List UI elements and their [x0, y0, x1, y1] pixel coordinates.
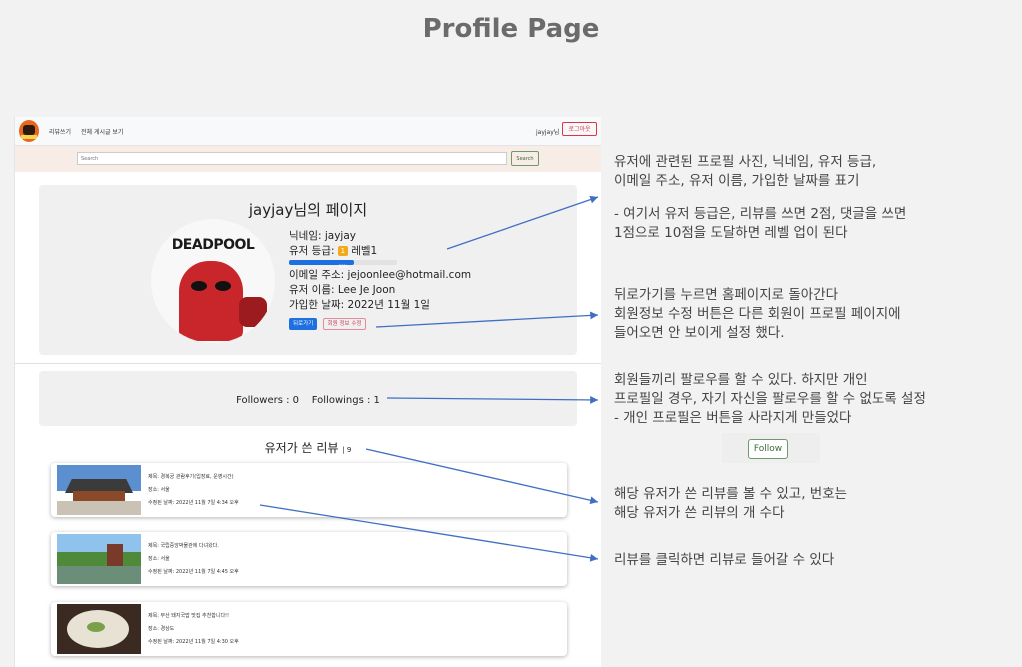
level-progress-label: 60% — [338, 264, 348, 269]
user-name: 유저 이름: Lee Je Joon — [289, 284, 396, 296]
review-card[interactable]: 제목: 국립중앙박물관에 다녀왔다. 장소: 서울 수정된 날짜: 2022년 … — [51, 532, 567, 586]
note-reviews: 해당 유저가 쓴 리뷰를 볼 수 있고, 번호는 해당 유저가 쓴 리뷰의 개 … — [614, 485, 847, 523]
reviews-title: 유저가 쓴 리뷰 — [264, 441, 339, 455]
review-place: 장소: 경상도 — [148, 626, 175, 632]
navbar: 리뷰쓰기 전체 게시글 보기 jayjay님 로그아웃 — [15, 117, 601, 146]
divider — [15, 363, 601, 364]
profile-card: jayjay님의 페이지 DEADPOOL 닉네임: jayjay 유저 등급:… — [39, 185, 577, 355]
profile-info: 닉네임: jayjay 유저 등급: 1 레벨1 60% 이메일 주소: jej… — [289, 229, 471, 330]
review-thumbnail — [57, 465, 141, 515]
note-follow: 회원들끼리 팔로우를 할 수 있다. 하지만 개인 프로필일 경우, 자기 자신… — [614, 371, 926, 428]
note-line: 들어오면 안 보이게 설정 했다. — [614, 325, 785, 341]
search-input[interactable]: Search — [77, 152, 507, 165]
review-card[interactable]: 제목: 경복궁 관람후기(입장료, 운영시간) 장소: 서울 수정된 날짜: 2… — [51, 463, 567, 517]
note-profile-info: 유저에 관련된 프로필 사진, 닉네임, 유저 등급, 이메일 주소, 유저 이… — [614, 153, 906, 243]
follow-button-example: Follow — [722, 433, 820, 463]
note-line: 유저에 관련된 프로필 사진, 닉네임, 유저 등급, — [614, 154, 877, 170]
profile-page-screenshot: 리뷰쓰기 전체 게시글 보기 jayjay님 로그아웃 Search Searc… — [14, 117, 601, 667]
note-line: 이메일 주소, 유저 이름, 가입한 날짜를 표기 — [614, 173, 860, 189]
profile-avatar: DEADPOOL — [151, 219, 275, 343]
review-date: 수정된 날짜: 2022년 11월 7일 4:45 오후 — [148, 569, 239, 575]
nickname: 닉네임: jayjay — [289, 230, 356, 242]
nav-username: jayjay님 — [536, 129, 560, 136]
search-bar: Search Search — [15, 146, 601, 172]
review-title: 제목: 국립중앙박물관에 다녀왔다. — [148, 543, 219, 549]
follow-button[interactable]: Follow — [748, 439, 788, 459]
profile-heading: jayjay님의 페이지 — [248, 201, 368, 219]
user-grade: 유저 등급: 1 레벨1 — [289, 244, 471, 259]
logout-button[interactable]: 로그아웃 — [562, 122, 597, 136]
review-place: 장소: 서울 — [148, 487, 170, 493]
note-line: 회원정보 수정 버튼은 다른 회원이 프로필 페이지에 — [614, 306, 901, 322]
review-title: 제목: 부산 돼지국밥 맛집 추천합니다!! — [148, 613, 230, 619]
note-buttons: 뒤로가기를 누르면 홈페이지로 돌아간다 회원정보 수정 버튼은 다른 회원이 … — [614, 286, 901, 343]
note-line: 뒤로가기를 누르면 홈페이지로 돌아간다 — [614, 287, 839, 303]
note-review-click: 리뷰를 클릭하면 리뷰로 들어갈 수 있다 — [614, 551, 834, 570]
follow-card: Followers : 0 Followings : 1 — [39, 371, 577, 426]
nav-link-write-review[interactable]: 리뷰쓰기 — [49, 127, 71, 136]
avatar-text: DEADPOOL — [171, 237, 255, 253]
back-button[interactable]: 뒤로가기 — [289, 318, 318, 330]
review-thumbnail — [57, 604, 141, 654]
grade-value: 레벨1 — [351, 245, 378, 257]
level-progress-bar: 60% — [289, 260, 397, 269]
note-line: - 개인 프로필은 버튼을 사라지게 만들었다 — [614, 410, 852, 426]
review-date: 수정된 날짜: 2022년 11월 7일 4:30 오후 — [148, 639, 239, 645]
note-line: 해당 유저가 쓴 리뷰의 개 수다 — [614, 505, 785, 521]
grade-label: 유저 등급: — [289, 245, 335, 257]
reviews-count: | 9 — [342, 446, 352, 454]
note-line: 리뷰를 클릭하면 리뷰로 들어갈 수 있다 — [614, 552, 835, 568]
site-logo[interactable] — [19, 120, 39, 142]
reviews-heading: 유저가 쓴 리뷰 | 9 — [15, 439, 601, 456]
grade-badge-icon: 1 — [337, 246, 348, 256]
review-place: 장소: 서울 — [148, 556, 170, 562]
note-line: 1점으로 10점을 도달하면 레벨 업이 된다 — [614, 225, 848, 241]
joined-date: 가입한 날짜: 2022년 11월 1일 — [289, 299, 430, 311]
nav-link-all-posts[interactable]: 전체 게시글 보기 — [81, 127, 123, 136]
search-button[interactable]: Search — [511, 151, 539, 166]
review-title: 제목: 경복궁 관람후기(입장료, 운영시간) — [148, 474, 234, 480]
note-line: 프로필일 경우, 자기 자신을 팔로우를 할 수 없도록 설정 — [614, 391, 926, 407]
review-card[interactable]: 제목: 부산 돼지국밥 맛집 추천합니다!! 장소: 경상도 수정된 날짜: 2… — [51, 602, 567, 656]
follow-counts: Followers : 0 Followings : 1 — [236, 395, 380, 406]
note-line: 해당 유저가 쓴 리뷰를 볼 수 있고, 번호는 — [614, 486, 848, 502]
edit-profile-button[interactable]: 회원 정보 수정 — [322, 318, 367, 330]
slide-title: Profile Page — [422, 14, 600, 44]
review-thumbnail — [57, 534, 141, 584]
review-date: 수정된 날짜: 2022년 11월 7일 4:34 오후 — [148, 500, 239, 506]
note-line: 회원들끼리 팔로우를 할 수 있다. 하지만 개인 — [614, 372, 868, 388]
note-line: - 여기서 유저 등급은, 리뷰를 쓰면 2점, 댓글을 쓰면 — [614, 206, 907, 222]
